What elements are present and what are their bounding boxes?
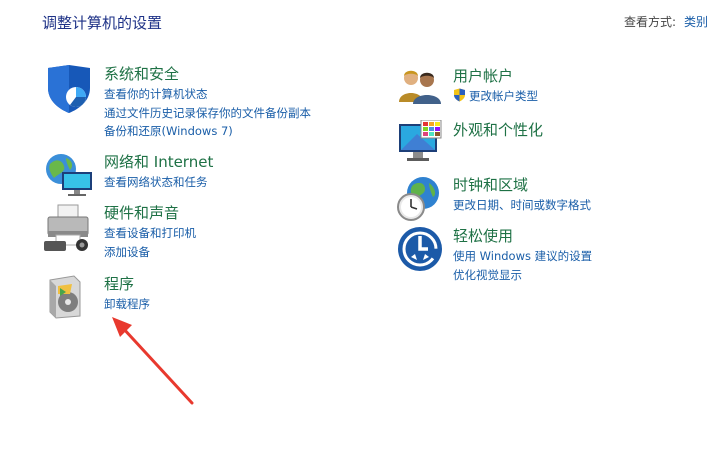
uac-shield-icon [454, 88, 465, 102]
link-view-computer-status[interactable]: 查看你的计算机状态 [104, 85, 311, 104]
monitor-palette-icon[interactable] [397, 120, 453, 172]
users-icon[interactable] [397, 66, 453, 118]
category-clock-region: 时钟和区域 更改日期、时间或数字格式 [397, 175, 591, 227]
category-title-users[interactable]: 用户帐户 [453, 66, 538, 86]
link-file-history-backup[interactable]: 通过文件历史记录保存你的文件备份副本 [104, 104, 311, 123]
category-hardware-sound: 硬件和声音 查看设备和打印机 添加设备 [44, 203, 196, 261]
category-title-network[interactable]: 网络和 Internet [104, 152, 213, 172]
category-title-hardware[interactable]: 硬件和声音 [104, 203, 196, 223]
link-windows-suggested-settings[interactable]: 使用 Windows 建议的设置 [453, 247, 592, 266]
link-change-date-time-format[interactable]: 更改日期、时间或数字格式 [453, 196, 591, 215]
link-change-account-type[interactable]: 更改帐户类型 [453, 87, 538, 106]
printer-icon[interactable] [44, 203, 104, 255]
view-mode: 查看方式: 类别 [624, 13, 708, 30]
page-title: 调整计算机的设置 [42, 14, 163, 32]
annotation-arrow-icon [112, 317, 194, 405]
view-mode-dropdown[interactable]: 类别 [684, 15, 708, 29]
category-appearance: 外观和个性化 [397, 120, 543, 172]
category-title-clock[interactable]: 时钟和区域 [453, 175, 591, 195]
link-network-status[interactable]: 查看网络状态和任务 [104, 173, 213, 192]
category-title-programs[interactable]: 程序 [104, 274, 150, 294]
program-disc-icon[interactable] [44, 274, 104, 326]
link-change-account-type-label: 更改帐户类型 [469, 89, 538, 103]
category-title-system[interactable]: 系统和安全 [104, 64, 311, 84]
category-network-internet: 网络和 Internet 查看网络状态和任务 [44, 152, 213, 204]
category-ease-of-access: 轻松使用 使用 Windows 建议的设置 优化视觉显示 [397, 226, 592, 284]
globe-network-icon[interactable] [44, 152, 104, 204]
link-devices-printers[interactable]: 查看设备和打印机 [104, 224, 196, 243]
link-add-device[interactable]: 添加设备 [104, 243, 196, 262]
ease-of-access-icon[interactable] [397, 226, 453, 278]
category-user-accounts: 用户帐户 更改帐户类型 [397, 66, 538, 118]
category-system-security: 系统和安全 查看你的计算机状态 通过文件历史记录保存你的文件备份副本 备份和还原… [44, 64, 311, 141]
clock-globe-icon[interactable] [397, 175, 453, 227]
category-title-ease[interactable]: 轻松使用 [453, 226, 592, 246]
shield-icon[interactable] [44, 64, 104, 116]
link-optimize-visual-display[interactable]: 优化视觉显示 [453, 266, 592, 285]
category-title-appearance[interactable]: 外观和个性化 [453, 120, 543, 140]
view-mode-label: 查看方式: [624, 15, 677, 29]
link-backup-restore[interactable]: 备份和还原(Windows 7) [104, 122, 311, 141]
